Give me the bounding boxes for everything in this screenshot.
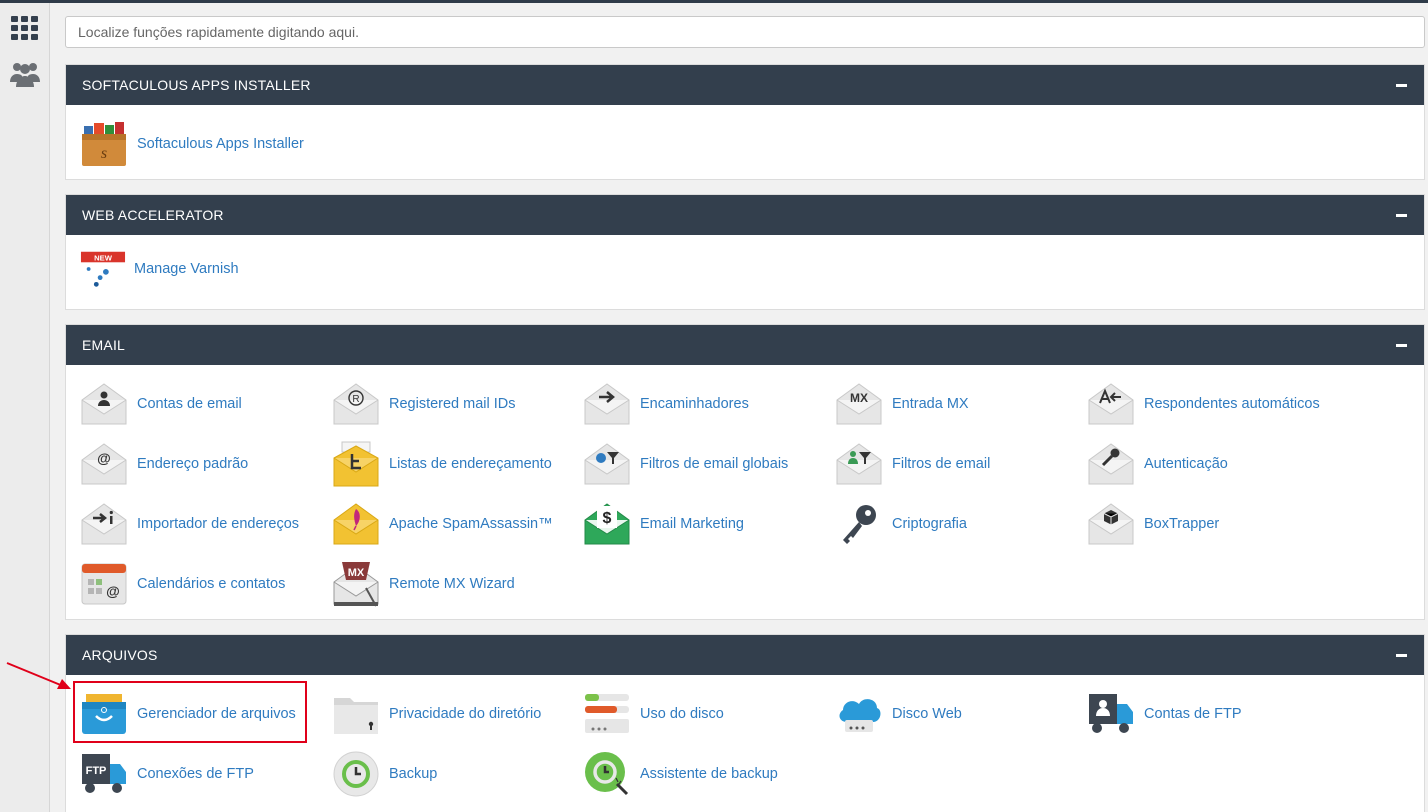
svg-text:MX: MX <box>850 391 868 405</box>
address-importer-icon <box>81 503 127 545</box>
calendars-contacts-icon: @ <box>81 563 127 605</box>
backup-wizard-icon <box>585 752 629 796</box>
panel-header[interactable]: SOFTACULOUS APPS INSTALLER <box>66 65 1424 105</box>
autoresponders-icon <box>1088 383 1134 425</box>
left-sidebar <box>0 3 50 812</box>
mailing-lists-icon <box>333 441 379 487</box>
varnish-icon: NEW <box>80 251 126 287</box>
remote-mx-wizard[interactable]: MX Remote MX Wizard <box>332 559 572 609</box>
boxtrapper[interactable]: BoxTrapper <box>1087 499 1327 549</box>
calendars-and-contacts[interactable]: @ Calendários e contatos <box>80 559 320 609</box>
file-manager[interactable]: Gerenciador de arquivos <box>80 689 320 739</box>
svg-text:s: s <box>101 145 107 162</box>
directory-privacy-icon <box>334 698 378 734</box>
grid-icon[interactable] <box>9 13 41 45</box>
directory-privacy[interactable]: Privacidade do diretório <box>332 689 572 739</box>
svg-text:FTP: FTP <box>86 765 107 777</box>
panel-web-accelerator: WEB ACCELERATOR NEW Manage Varnish <box>65 194 1425 310</box>
ftp-connections[interactable]: FTP Conexões de FTP <box>80 749 320 799</box>
email-filters-icon <box>836 443 882 485</box>
manage-varnish[interactable]: NEW Manage Varnish <box>80 244 320 294</box>
top-bar <box>0 0 1428 3</box>
authentication[interactable]: Autenticação <box>1087 439 1327 489</box>
collapse-icon[interactable] <box>1396 649 1408 661</box>
file-manager-icon <box>82 694 126 734</box>
panel-header[interactable]: EMAIL <box>66 325 1424 365</box>
svg-text:$: $ <box>603 510 612 527</box>
email-accounts[interactable]: Contas de email <box>80 379 320 429</box>
global-email-filters[interactable]: Filtros de email globais <box>583 439 823 489</box>
svg-text:NEW: NEW <box>94 253 113 262</box>
panel-header[interactable]: ARQUIVOS <box>66 635 1424 675</box>
encryption-key-icon <box>843 505 876 544</box>
backup[interactable]: Backup <box>332 749 572 799</box>
collapse-icon[interactable] <box>1396 79 1408 91</box>
ftp-accounts[interactable]: Contas de FTP <box>1087 689 1327 739</box>
default-address-icon: @ <box>81 443 127 485</box>
panel-email: EMAIL Contas de email R Registered mail … <box>65 324 1425 620</box>
apache-spamassassin[interactable]: Apache SpamAssassin™ <box>332 499 572 549</box>
remote-mx-wizard-icon: MX <box>333 562 379 607</box>
web-disk-icon <box>839 699 881 732</box>
backup-wizard[interactable]: Assistente de backup <box>583 749 823 799</box>
panel-title: SOFTACULOUS APPS INSTALLER <box>82 77 311 93</box>
svg-text:@: @ <box>106 583 120 599</box>
default-address[interactable]: @ Endereço padrão <box>80 439 320 489</box>
panel-title: ARQUIVOS <box>82 647 158 663</box>
web-disk[interactable]: Disco Web <box>835 689 1075 739</box>
users-icon[interactable] <box>9 58 41 90</box>
forwarders[interactable]: Encaminhadores <box>583 379 823 429</box>
boxtrapper-icon <box>1088 503 1134 545</box>
email-filters[interactable]: Filtros de email <box>835 439 1075 489</box>
mx-entry[interactable]: MX Entrada MX <box>835 379 1075 429</box>
ftp-accounts-icon <box>1089 694 1133 733</box>
svg-text:@: @ <box>97 450 111 466</box>
panel-title: WEB ACCELERATOR <box>82 207 224 223</box>
encryption[interactable]: Criptografia <box>835 499 1075 549</box>
backup-icon <box>333 751 379 797</box>
global-filters-icon <box>584 443 630 485</box>
email-marketing[interactable]: $ Email Marketing <box>583 499 823 549</box>
mailing-lists[interactable]: Listas de endereçamento <box>332 439 572 489</box>
softaculous-apps-installer[interactable]: s Softaculous Apps Installer <box>80 119 320 169</box>
disk-usage-icon <box>585 694 629 733</box>
panel-softaculous: SOFTACULOUS APPS INSTALLER s Softaculous… <box>65 64 1425 180</box>
address-importer[interactable]: Importador de endereços <box>80 499 320 549</box>
email-accounts-icon <box>81 383 127 425</box>
registered-mail-icon: R <box>333 383 379 425</box>
collapse-icon[interactable] <box>1396 209 1408 221</box>
collapse-icon[interactable] <box>1396 339 1408 351</box>
svg-text:MX: MX <box>348 567 365 579</box>
softaculous-icon: s <box>82 122 126 166</box>
svg-text:R: R <box>352 394 359 405</box>
forwarders-icon <box>584 383 630 425</box>
search-input[interactable] <box>65 16 1425 48</box>
panel-files: ARQUIVOS Gerenciador de arquivos Privaci… <box>65 634 1425 812</box>
disk-usage[interactable]: Uso do disco <box>583 689 823 739</box>
spamassassin-icon <box>333 503 379 545</box>
registered-mail-ids[interactable]: R Registered mail IDs <box>332 379 572 429</box>
mx-entry-icon: MX <box>836 383 882 425</box>
email-marketing-icon: $ <box>584 503 630 545</box>
authentication-icon <box>1088 443 1134 485</box>
panel-header[interactable]: WEB ACCELERATOR <box>66 195 1424 235</box>
ftp-connections-icon: FTP <box>82 754 126 793</box>
panel-title: EMAIL <box>82 337 126 353</box>
autoresponders[interactable]: Respondentes automáticos <box>1087 379 1327 429</box>
